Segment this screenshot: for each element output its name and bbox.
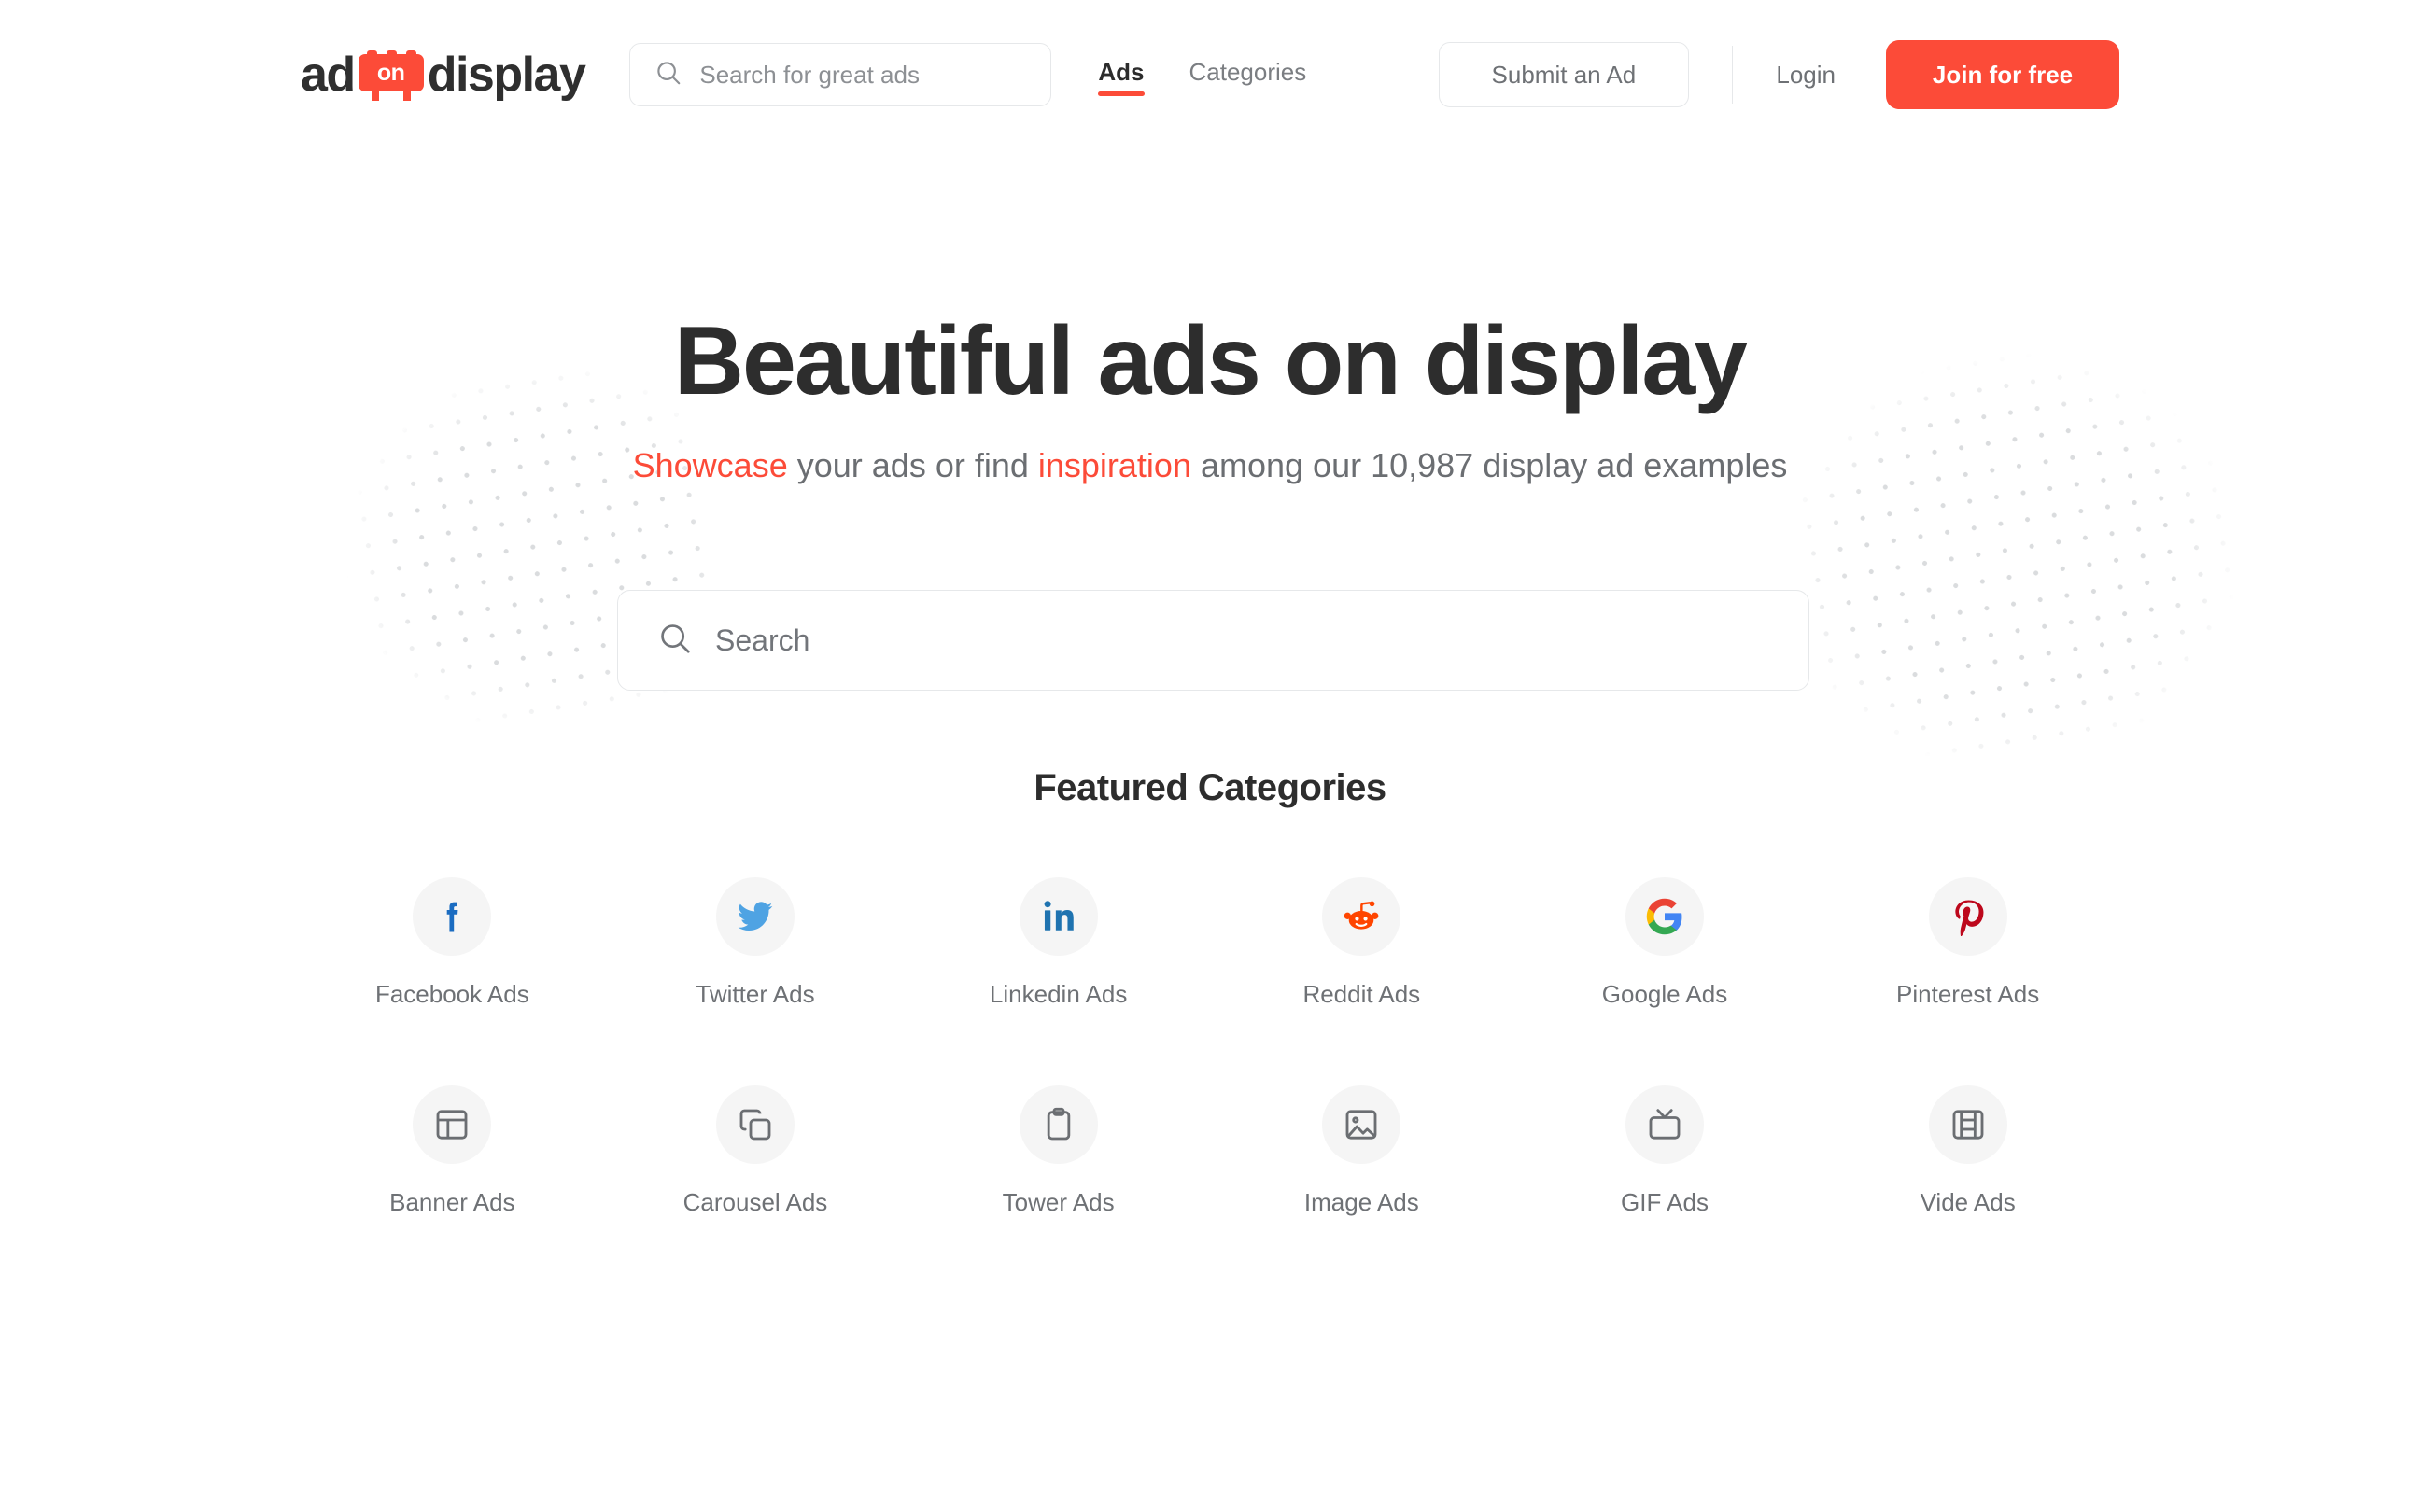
logo-mark-text: on [376, 59, 405, 86]
category-gif-ads[interactable]: GIF Ads [1513, 1085, 1817, 1217]
pinterest-icon [1928, 877, 2007, 956]
copy-squares-icon [715, 1085, 795, 1164]
category-tower-ads[interactable]: Tower Ads [907, 1085, 1210, 1217]
category-label: Reddit Ads [1302, 980, 1421, 1008]
clipboard-icon [1019, 1085, 1098, 1164]
search-icon [654, 59, 682, 91]
category-label: Google Ads [1601, 980, 1728, 1008]
image-icon [1322, 1085, 1401, 1164]
header-search-box[interactable]: Search for great ads [629, 43, 1052, 106]
category-label: Pinterest Ads [1896, 980, 2040, 1008]
layout-panel-icon [413, 1085, 492, 1164]
category-vide-ads[interactable]: Vide Ads [1816, 1085, 2119, 1217]
page-root: ad on display Search for great ads Ads C… [0, 0, 2420, 1512]
logo[interactable]: ad on display [301, 48, 586, 102]
logo-text-display: display [427, 48, 586, 102]
site-header: ad on display Search for great ads Ads C… [0, 0, 2420, 149]
reddit-icon [1322, 877, 1401, 956]
submit-an-ad-button[interactable]: Submit an Ad [1438, 42, 1689, 107]
category-label: Linkedin Ads [989, 980, 1128, 1008]
featured-categories-grid: Facebook Ads Twitter Ads Linkedin Ads Re… [301, 877, 2119, 1217]
category-banner-ads[interactable]: Banner Ads [301, 1085, 604, 1217]
linkedin-icon [1019, 877, 1098, 956]
category-label: Twitter Ads [696, 980, 815, 1008]
join-for-free-button[interactable]: Join for free [1886, 40, 2119, 109]
hero-sub-mid1: your ads or find [787, 446, 1038, 485]
billboard-icon: on [358, 50, 424, 101]
category-google-ads[interactable]: Google Ads [1513, 877, 1817, 1009]
header-actions: Submit an Ad Login Join for free [1438, 40, 2119, 109]
category-label: Vide Ads [1920, 1188, 2016, 1216]
nav-item-categories[interactable]: Categories [1189, 58, 1307, 92]
featured-categories-title: Featured Categories [1034, 767, 1386, 808]
category-pinterest-ads[interactable]: Pinterest Ads [1816, 877, 2119, 1009]
category-reddit-ads[interactable]: Reddit Ads [1210, 877, 1513, 1009]
hero-subtitle: Showcase your ads or find inspiration am… [0, 446, 2420, 485]
category-label: Tower Ads [1002, 1188, 1115, 1216]
category-label: GIF Ads [1621, 1188, 1709, 1216]
nav-item-ads[interactable]: Ads [1098, 58, 1145, 96]
search-icon [657, 621, 693, 661]
category-image-ads[interactable]: Image Ads [1210, 1085, 1513, 1217]
hero-sub-inspiration: inspiration [1037, 446, 1191, 485]
header-divider [1731, 46, 1734, 104]
hero-sub-mid2: among our 10,987 display ad examples [1190, 446, 1788, 485]
film-strip-icon [1928, 1085, 2007, 1164]
hero-section: Beautiful ads on display Showcase your a… [0, 308, 2420, 485]
category-label: Facebook Ads [374, 980, 529, 1008]
primary-nav: Ads Categories [1098, 58, 1307, 96]
twitter-icon [715, 877, 795, 956]
hero-sub-showcase: Showcase [632, 446, 788, 485]
header-search-placeholder: Search for great ads [699, 60, 920, 89]
google-icon [1625, 877, 1704, 956]
facebook-icon [413, 877, 492, 956]
category-facebook-ads[interactable]: Facebook Ads [301, 877, 604, 1009]
category-carousel-ads[interactable]: Carousel Ads [604, 1085, 908, 1217]
login-button[interactable]: Login [1776, 61, 1836, 90]
logo-text-ad: ad [301, 48, 356, 102]
hero-search-box[interactable]: Search [617, 590, 1809, 691]
hero-search-placeholder: Search [715, 623, 810, 657]
page-title: Beautiful ads on display [673, 307, 1748, 415]
category-twitter-ads[interactable]: Twitter Ads [604, 877, 908, 1009]
category-label: Banner Ads [389, 1188, 515, 1216]
tv-icon [1625, 1085, 1704, 1164]
category-label: Image Ads [1303, 1188, 1419, 1216]
category-linkedin-ads[interactable]: Linkedin Ads [907, 877, 1210, 1009]
category-label: Carousel Ads [682, 1188, 828, 1216]
